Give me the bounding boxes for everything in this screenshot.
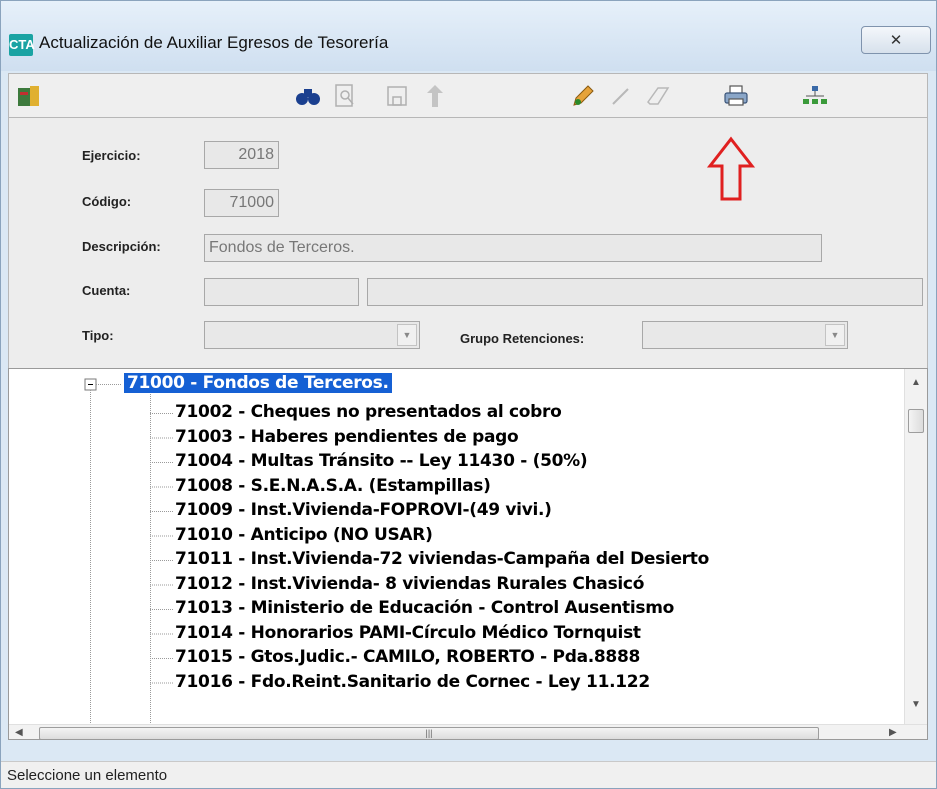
status-bar: Seleccione un elemento <box>1 761 936 788</box>
eraser-icon[interactable] <box>642 80 674 112</box>
printer-icon[interactable] <box>720 80 752 112</box>
tree-item[interactable]: 71016 - Fdo.Reint.Sanitario de Cornec - … <box>175 672 650 692</box>
window-title: Actualización de Auxiliar Egresos de Tes… <box>39 33 389 52</box>
chevron-down-icon[interactable]: ▼ <box>825 324 845 346</box>
tipo-label: Tipo: <box>82 328 114 343</box>
chevron-down-icon[interactable]: ▼ <box>397 324 417 346</box>
upload-icon[interactable] <box>419 80 451 112</box>
pen-icon[interactable] <box>605 80 637 112</box>
toolbar <box>8 73 928 118</box>
form-panel: Ejercicio: 2018 Código: 71000 Descripció… <box>8 118 928 368</box>
descripcion-field[interactable]: Fondos de Terceros. <box>204 234 822 262</box>
ejercicio-label: Ejercicio: <box>82 148 141 163</box>
descripcion-label: Descripción: <box>82 239 161 254</box>
cuenta-description-field[interactable] <box>367 278 923 306</box>
grupo-retenciones-select[interactable]: ▼ <box>642 321 848 349</box>
title-bar: CTA Actualización de Auxiliar Egresos de… <box>1 1 936 71</box>
tree-root-item[interactable]: 71000 - Fondos de Terceros. <box>124 373 392 393</box>
tree-item[interactable]: 71013 - Ministerio de Educación - Contro… <box>175 598 674 618</box>
vertical-scroll-thumb[interactable] <box>908 409 924 433</box>
tree-item[interactable]: 71004 - Multas Tránsito -- Ley 11430 - (… <box>175 451 588 471</box>
account-tree[interactable]: 71000 - Fondos de Terceros. 71002 - Cheq… <box>8 368 928 740</box>
cuenta-label: Cuenta: <box>82 283 131 298</box>
tree-item[interactable]: 71015 - Gtos.Judic.- CAMILO, ROBERTO - P… <box>175 647 640 667</box>
tree-root-label: 71000 - Fondos de Terceros. <box>124 373 392 393</box>
scroll-up-icon[interactable]: ▲ <box>911 377 921 388</box>
tree-item[interactable]: 71011 - Inst.Vivienda-72 viviendas-Campa… <box>175 549 709 569</box>
tipo-select[interactable]: ▼ <box>204 321 420 349</box>
tree-item[interactable]: 71014 - Honorarios PAMI-Círculo Médico T… <box>175 623 641 643</box>
tree-structure-icon[interactable] <box>799 80 831 112</box>
tree-item[interactable]: 71012 - Inst.Vivienda- 8 viviendas Rural… <box>175 574 644 594</box>
save-icon[interactable] <box>381 80 413 112</box>
horizontal-scrollbar[interactable]: ◀ ||| ▶ <box>9 724 927 739</box>
exit-icon[interactable] <box>13 80 45 112</box>
app-icon: CTA <box>9 34 35 56</box>
vertical-scrollbar[interactable]: ▲ ▼ <box>904 369 927 724</box>
binoculars-icon[interactable] <box>292 80 324 112</box>
tree-item[interactable]: 71009 - Inst.Vivienda-FOPROVI-(49 vivi.) <box>175 500 552 520</box>
zoom-icon[interactable] <box>329 80 361 112</box>
tree-item[interactable]: 71008 - S.E.N.A.S.A. (Estampillas) <box>175 476 491 496</box>
red-arrow-annotation-icon <box>706 136 756 201</box>
main-window: CTA Actualización de Auxiliar Egresos de… <box>0 0 937 789</box>
scroll-down-icon[interactable]: ▼ <box>911 699 921 710</box>
tree-item[interactable]: 71010 - Anticipo (NO USAR) <box>175 525 433 545</box>
scroll-left-icon[interactable]: ◀ <box>15 727 23 738</box>
ejercicio-field[interactable]: 2018 <box>204 141 279 169</box>
edit-pencil-icon[interactable] <box>567 80 599 112</box>
codigo-label: Código: <box>82 194 132 209</box>
codigo-field[interactable]: 71000 <box>204 189 279 217</box>
scroll-right-icon[interactable]: ▶ <box>889 727 897 738</box>
close-button[interactable]: ✕ <box>861 26 931 54</box>
tree-item[interactable]: 71002 - Cheques no presentados al cobro <box>175 402 562 422</box>
cuenta-code-field[interactable] <box>204 278 359 306</box>
tree-item[interactable]: 71003 - Haberes pendientes de pago <box>175 427 519 447</box>
grupo-retenciones-label: Grupo Retenciones: <box>460 331 585 346</box>
horizontal-scroll-thumb[interactable]: ||| <box>39 727 819 739</box>
